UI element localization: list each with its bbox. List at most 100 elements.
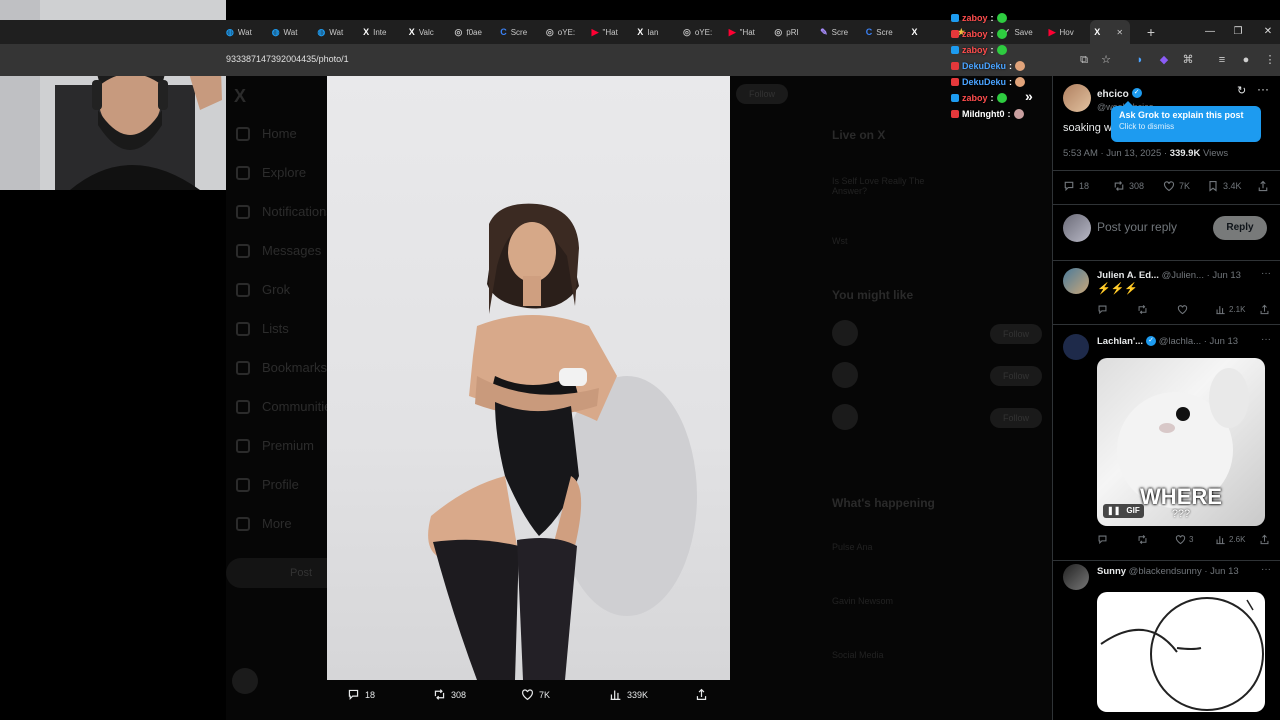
browser-tab[interactable]: X Valc [405,20,449,44]
extension-audio-icon[interactable]: ◗ [1132,52,1148,68]
expand-panel-icon[interactable]: » [1025,88,1033,104]
browser-tab[interactable]: X Inte [359,20,403,44]
reply-reply-button[interactable] [1097,304,1108,315]
close-window-button[interactable]: ✕ [1258,24,1278,40]
divider [1053,560,1280,561]
browser-tab[interactable]: X [908,20,952,44]
new-tab-button[interactable]: + [1143,24,1159,40]
reply-reply-button[interactable] [1097,534,1108,545]
chat-badge-icon [951,46,959,54]
reply-button[interactable]: Reply [1213,216,1267,240]
heart-icon [1163,181,1175,192]
browser-tab[interactable]: X Ian [633,20,677,44]
photo-like-button[interactable]: 7K [521,688,550,701]
post-photo[interactable] [327,76,730,680]
live-item-1: Is Self Love Really The Answer? [832,176,925,196]
grok-icon[interactable]: ↻ [1237,84,1246,97]
heart-icon [1177,305,1188,315]
browser-tab[interactable]: ◍ Wat [313,20,357,44]
globe-icon: ◍ [271,26,280,37]
gif-badge[interactable]: ❚❚ GIF [1103,504,1144,518]
browser-tab[interactable]: ▶ Hov [1045,20,1089,44]
reply-avatar[interactable] [1063,334,1089,360]
install-app-icon[interactable]: ⧉ [1076,52,1092,68]
dim-nav-label: Explore [262,165,307,180]
nav-icon [236,204,250,219]
browser-tab[interactable]: ◍ Wat [268,20,312,44]
chat-separator: : [1009,61,1013,71]
reply-author-handle[interactable]: @Julien... · Jun 13 [1162,270,1241,281]
reply-views[interactable]: 2.6K [1215,534,1245,545]
bookmark-stat[interactable]: 3.4K [1207,180,1242,192]
browser-tab[interactable]: C Scre [862,20,906,44]
dim-follow-button: Follow [736,84,788,104]
reply-views[interactable]: 2.1K [1215,304,1245,315]
reply-author-handle[interactable]: @blackendsunny · Jun 13 [1129,566,1239,577]
reply-more-icon[interactable]: ··· [1261,564,1271,575]
close-tab-icon[interactable]: ✕ [1116,28,1123,37]
reply-item[interactable]: Julien A. Ed... @Julien... · Jun 13 ··· … [1063,268,1271,320]
grok-tooltip[interactable]: Ask Grok to explain this post Click to d… [1111,101,1261,142]
photo-repost-count: 308 [451,689,467,700]
minimize-button[interactable]: — [1200,24,1220,40]
reply-item[interactable]: Sunny @blackendsunny · Jun 13 ··· [1063,564,1271,720]
browser-tab[interactable]: ◎ oYE: [679,20,723,44]
reply-like-button[interactable] [1177,304,1188,315]
grok-tooltip-dismiss[interactable]: Click to dismiss [1119,122,1253,131]
reply-author-name[interactable]: Julien A. Ed... [1097,270,1159,281]
reply-input[interactable]: Post your reply [1097,220,1177,234]
photo-repost-button[interactable]: 308 [433,688,466,701]
extension-shield-icon[interactable]: ◆ [1156,52,1172,68]
browser-tab[interactable]: ✎ Scre [816,20,860,44]
reply-share-button[interactable] [1259,534,1270,545]
reading-list-icon[interactable]: ≡ [1214,52,1230,68]
browser-tab[interactable]: ◎ pRI [770,20,814,44]
browser-tab[interactable]: ◍ Wat [222,20,266,44]
reply-share-button[interactable] [1259,304,1270,315]
reply-views-count: 2.6K [1229,535,1246,544]
reply-author-name[interactable]: Sunny [1097,566,1126,577]
url-text[interactable]: 933387147392004435/photo/1 [226,54,349,64]
browser-menu-icon[interactable]: ⋮ [1262,52,1278,68]
reply-header: Sunny @blackendsunny · Jun 13 [1097,566,1271,577]
photo-share-button[interactable] [695,688,708,701]
extensions-puzzle-icon[interactable]: ⌘ [1180,52,1196,68]
reply-avatar[interactable] [1063,564,1089,590]
reply-item[interactable]: Lachlan'... ✓ @lachla... · Jun 13 ··· WHE… [1063,334,1271,550]
reply-author-name[interactable]: Lachlan'... [1097,336,1143,347]
reply-repost-button[interactable] [1137,304,1148,315]
photo-views-button[interactable]: 339K [609,688,648,701]
reply-more-icon[interactable]: ··· [1261,334,1271,345]
share-button[interactable] [1257,180,1269,192]
reply-stat[interactable]: 18 [1063,180,1089,192]
browser-tab[interactable]: ▶ "Hat [725,20,769,44]
live-on-x-heading: Live on X [832,128,886,142]
author-avatar[interactable] [1063,84,1091,112]
like-stat[interactable]: 7K [1163,180,1190,192]
screen: ◍ Wat ◍ Wat ◍ Wat X Inte X Valc ◎ f0ae C Scre ◎ oYE: ▶ "H… [0,0,1280,720]
reply-gif[interactable]: WHERE ??? ❚❚ GIF [1097,358,1265,526]
browser-tab[interactable]: C Scre [496,20,540,44]
author-name[interactable]: ehcico [1097,89,1129,100]
reply-image[interactable] [1097,592,1265,712]
pause-icon[interactable]: ❚❚ [1107,506,1120,516]
reply-repost-button[interactable] [1137,534,1148,545]
chat-emote-icon [996,13,1007,23]
browser-tab[interactable]: X ✕ [1090,20,1131,44]
browser-tab[interactable]: ◎ f0ae [451,20,495,44]
browser-tab[interactable]: ▶ "Hat [588,20,632,44]
chat-separator: : [990,93,994,103]
reply-avatar[interactable] [1063,268,1089,294]
repost-stat[interactable]: 308 [1113,180,1144,192]
reply-like-button[interactable]: 3 [1175,534,1193,545]
profile-avatar-icon[interactable]: ● [1238,52,1254,68]
browser-tab[interactable]: ◎ oYE: [542,20,586,44]
reply-author-handle[interactable]: @lachla... · Jun 13 [1159,336,1238,347]
bookmark-star-icon[interactable]: ☆ [1098,52,1114,68]
reply-more-icon[interactable]: ··· [1261,268,1271,279]
photo-reply-button[interactable]: 18 [347,688,375,701]
post-timestamp[interactable]: 5:53 AM · Jun 13, 2025 · [1063,148,1170,159]
nav-icon [236,360,250,375]
maximize-button[interactable]: ❐ [1228,24,1248,40]
more-options-icon[interactable]: ··· [1257,82,1269,96]
